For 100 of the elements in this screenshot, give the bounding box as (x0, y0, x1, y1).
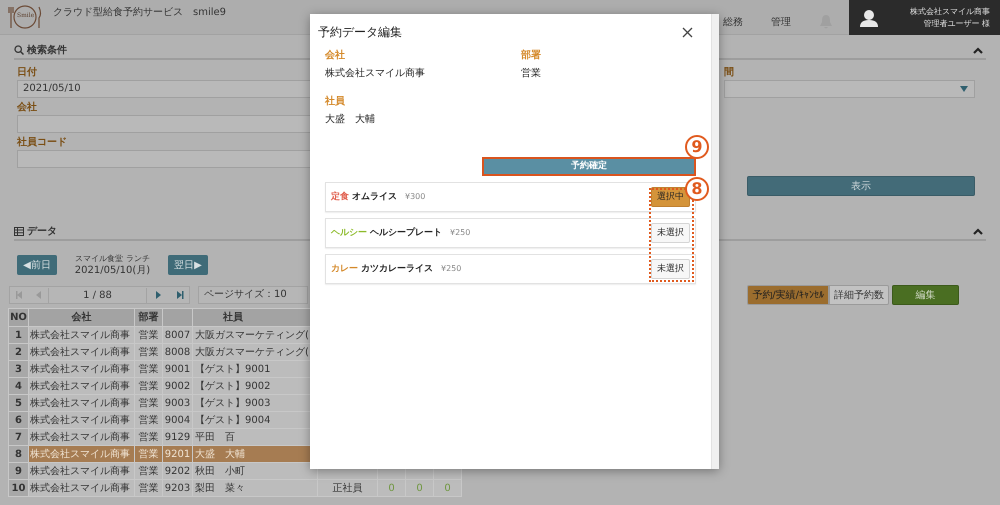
menu-price: ¥250 (441, 263, 462, 276)
menu-name: カツカレーライス (361, 262, 433, 276)
table-cell: 9202 (162, 462, 192, 480)
select-toggle[interactable]: 未選択 (651, 259, 690, 280)
close-icon[interactable] (682, 26, 693, 38)
table-cell: 3 (8, 360, 28, 378)
user-panel[interactable]: 株式会社スマイル商事 管理者ユーザー 様 (849, 0, 1000, 35)
menu-name: オムライス (352, 190, 397, 204)
nav-link[interactable]: 管理 (771, 14, 791, 30)
user-icon (859, 8, 879, 26)
table-cell: 5 (8, 394, 28, 412)
cafeteria-label: スマイル食堂 ランチ (75, 253, 150, 264)
next-page-icon[interactable] (153, 290, 163, 300)
confirm-reservation-button[interactable]: 予約確定 (482, 157, 696, 176)
table-cell: 営業 (134, 394, 162, 412)
page-indicator: 1 / 88 (48, 288, 147, 302)
scrollbar[interactable] (711, 14, 719, 469)
table-cell: 8008 (162, 344, 192, 360)
field-label: 部署 (521, 49, 542, 63)
table-cell: 株式会社スマイル商事 (28, 394, 134, 412)
table-cell: 正社員 (318, 480, 378, 496)
column-header: 会社 (28, 308, 134, 326)
table-cell: 営業 (134, 428, 162, 446)
app-title: クラウド型給食予約サービス smile9 (53, 6, 226, 20)
callout-number: 9 (685, 135, 709, 159)
menu-category: カレー (331, 262, 358, 276)
edit-button[interactable]: 編集 (892, 285, 959, 305)
table-cell: 株式会社スマイル商事 (28, 462, 134, 480)
logo-icon (7, 4, 43, 30)
callout-number: 8 (685, 177, 709, 202)
page-size-field[interactable]: ページサイズ：10 (198, 286, 308, 304)
table-cell: 0 (434, 480, 462, 496)
field-value: 株式会社スマイル商事 (325, 66, 426, 81)
table-row[interactable]: 10 株式会社スマイル商事 営業 9203 梨田 菜々 正社員 0 0 0 (8, 480, 462, 496)
table-cell: 営業 (134, 412, 162, 428)
table-cell: 株式会社スマイル商事 (28, 480, 134, 496)
table-cell: 9203 (162, 480, 192, 496)
section-title: 検索条件 (27, 44, 67, 58)
menu-category: 定食 (331, 190, 349, 204)
field-label: 社員コード (17, 136, 67, 150)
user-company: 株式会社スマイル商事 (910, 6, 990, 18)
table-cell: 8007 (162, 326, 192, 344)
table-cell: 9004 (162, 412, 192, 428)
collapse-icon[interactable] (973, 46, 983, 54)
table-cell: 9201 (162, 446, 192, 462)
field-label: 間 (724, 66, 734, 80)
next-day-button[interactable]: 翌日▶ (168, 255, 208, 275)
table-cell: 営業 (134, 378, 162, 394)
table-cell: 2 (8, 344, 28, 360)
section-title: データ (27, 224, 57, 238)
nav-link[interactable]: 総務 (723, 14, 743, 30)
table-cell: 株式会社スマイル商事 (28, 344, 134, 360)
field-label: 会社 (325, 49, 346, 63)
table-cell: 株式会社スマイル商事 (28, 446, 134, 462)
select-toggle[interactable]: 選択中 (651, 187, 690, 208)
table-cell: 0 (378, 480, 406, 496)
table-cell: 4 (8, 378, 28, 394)
table-cell: 株式会社スマイル商事 (28, 326, 134, 344)
table-cell: 株式会社スマイル商事 (28, 428, 134, 446)
menu-price: ¥300 (405, 191, 426, 204)
table-cell: 営業 (134, 360, 162, 378)
table-cell: 営業 (134, 462, 162, 480)
show-button[interactable]: 表示 (747, 176, 975, 196)
table-cell: 9129 (162, 428, 192, 446)
table-cell: 営業 (134, 480, 162, 496)
menu-category: ヘルシー (331, 226, 367, 240)
field-value: 大盛 大輔 (325, 112, 376, 127)
table-cell: 9 (8, 462, 28, 480)
table-cell: 営業 (134, 326, 162, 344)
table-icon (14, 226, 24, 236)
table-cell: 0 (406, 480, 434, 496)
menu-price: ¥250 (450, 227, 470, 240)
dropdown-icon (960, 86, 968, 92)
collapse-icon[interactable] (973, 228, 983, 234)
column-header: NO (8, 308, 28, 326)
menu-name: ヘルシープレート (370, 226, 442, 240)
field-value: 営業 (521, 66, 542, 81)
table-cell: 9003 (162, 394, 192, 412)
table-cell: 株式会社スマイル商事 (28, 378, 134, 394)
select-field[interactable] (724, 80, 975, 98)
current-date: 2021/05/10(月) (74, 264, 150, 277)
previous-day-button[interactable]: ◀前日 (17, 255, 57, 275)
view-tab[interactable]: 予約/実績/ｷｬﾝｾﾙ (747, 285, 829, 305)
table-cell: 10 (8, 480, 28, 496)
table-cell: 6 (8, 412, 28, 428)
table-cell: 梨田 菜々 (192, 480, 318, 496)
select-toggle[interactable]: 未選択 (651, 223, 690, 244)
table-cell: 営業 (134, 446, 162, 462)
dialog-title: 予約データ編集 (318, 24, 402, 41)
field-label: 会社 (17, 101, 37, 115)
table-cell: 営業 (134, 344, 162, 360)
table-cell: 株式会社スマイル商事 (28, 412, 134, 428)
table-cell: 1 (8, 326, 28, 344)
table-cell: 8 (8, 446, 28, 462)
field-label: 日付 (17, 66, 37, 80)
last-page-icon[interactable] (174, 290, 184, 300)
search-icon (14, 45, 24, 55)
table-cell: 株式会社スマイル商事 (28, 360, 134, 378)
table-cell: 7 (8, 428, 28, 446)
view-tab[interactable]: 詳細予約数 (829, 285, 889, 305)
